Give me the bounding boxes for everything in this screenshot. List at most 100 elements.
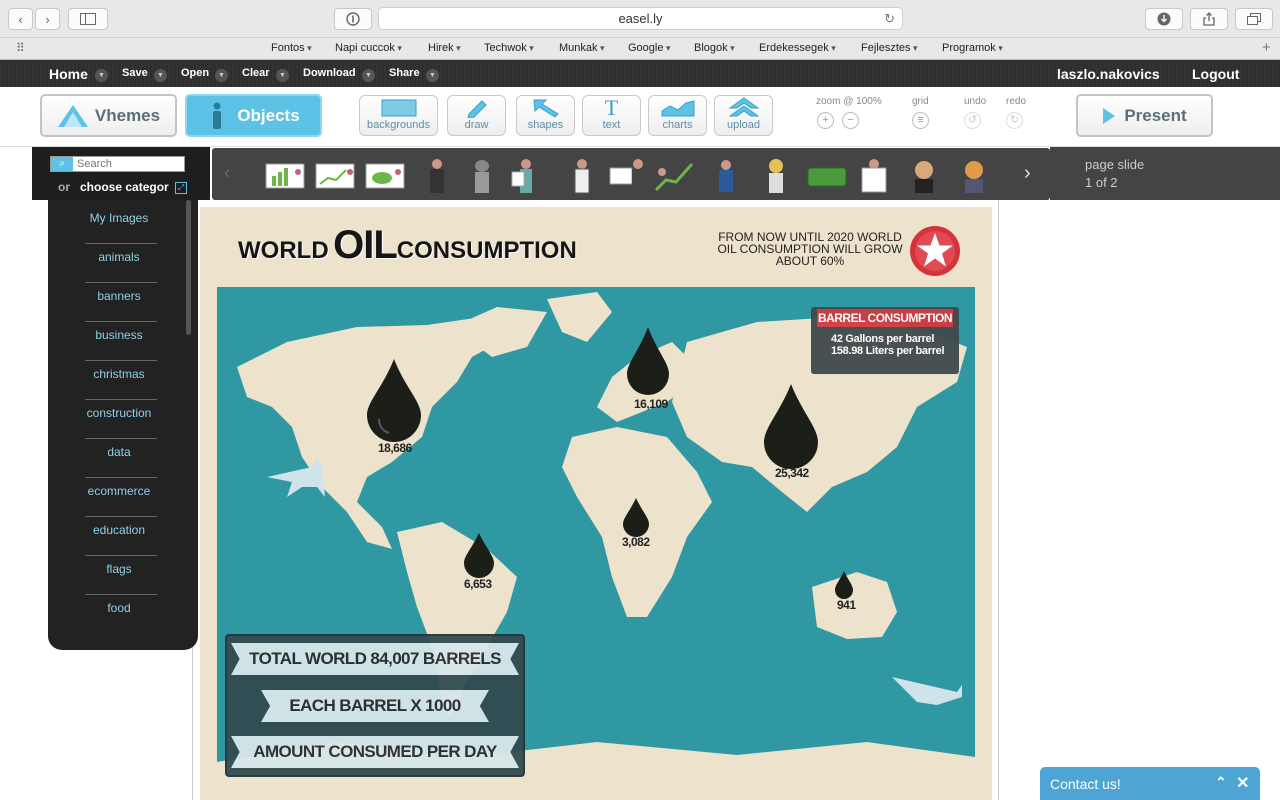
privacy-report-icon[interactable] xyxy=(334,8,372,30)
new-tab-icon[interactable]: + xyxy=(1262,39,1271,56)
category-construction[interactable]: construction xyxy=(48,406,190,420)
redo-icon[interactable]: ↻ xyxy=(1006,112,1023,129)
bookmarks-bar: ⠿ Fontos Napi cuccok Hirek Techwok Munka… xyxy=(0,38,1280,60)
back-icon[interactable]: ‹ xyxy=(8,8,33,30)
chevron-up-icon[interactable]: ⌃ xyxy=(1215,774,1227,791)
thumb-glasses-man[interactable] xyxy=(915,161,933,193)
close-icon[interactable]: ✕ xyxy=(1236,773,1249,793)
chevron-down-icon[interactable]: ▼ xyxy=(276,69,289,82)
draw-tool-button[interactable]: draw xyxy=(447,95,506,136)
zoom-in-icon[interactable]: + xyxy=(817,112,834,129)
vhemes-button[interactable]: Vhemes xyxy=(40,94,177,137)
area-chart-icon xyxy=(661,99,694,116)
object-search-box[interactable]: ⌕ xyxy=(50,156,185,172)
menu-clear[interactable]: Clear xyxy=(242,67,270,79)
category-banners[interactable]: banners xyxy=(48,289,190,303)
thumb-chart-person-2[interactable] xyxy=(315,163,355,189)
divider xyxy=(85,555,157,556)
play-icon xyxy=(1103,107,1116,124)
bookmark-folder[interactable]: Programok xyxy=(942,42,1003,54)
choose-category-dropdown[interactable]: choose categor xyxy=(80,180,176,194)
thumb-man-document[interactable] xyxy=(861,159,887,193)
tabs-overview-icon[interactable] xyxy=(1235,8,1273,30)
thumb-pie-person[interactable] xyxy=(365,163,405,189)
menu-home[interactable]: Home xyxy=(49,66,88,82)
zoom-out-icon[interactable]: − xyxy=(842,112,859,129)
category-data[interactable]: data xyxy=(48,445,190,459)
address-bar[interactable]: easel.ly ↻ xyxy=(378,7,903,30)
charts-tool-button[interactable]: charts xyxy=(648,95,707,136)
editor-toolbar: Vhemes Objects backgrounds draw shapes T… xyxy=(0,87,1280,147)
grid-toggle-icon[interactable]: ≡ xyxy=(912,112,929,129)
bookmark-folder[interactable]: Blogok xyxy=(694,42,735,54)
category-food[interactable]: food xyxy=(48,601,190,615)
category-education[interactable]: education xyxy=(48,523,190,537)
chevron-down-icon[interactable]: ▼ xyxy=(154,69,167,82)
chevron-down-icon[interactable]: ▼ xyxy=(215,69,228,82)
reload-icon[interactable]: ↻ xyxy=(884,8,895,30)
bookmark-folder[interactable]: Fontos xyxy=(271,42,312,54)
present-button[interactable]: Present xyxy=(1076,94,1213,137)
arrow-shape-icon xyxy=(532,99,559,118)
text-tool-button[interactable]: T text xyxy=(582,95,641,136)
forward-icon[interactable]: › xyxy=(35,8,60,30)
downloads-icon[interactable] xyxy=(1145,8,1183,30)
bookmark-folder[interactable]: Erdekessegek xyxy=(759,42,836,54)
thumb-businessman-2[interactable] xyxy=(574,159,590,194)
bookmark-folder[interactable]: Napi cuccok xyxy=(335,42,402,54)
thumb-woman[interactable] xyxy=(769,159,783,193)
strip-next-icon[interactable]: › xyxy=(1024,162,1031,185)
contact-widget[interactable]: Contact us! ⌃ ✕ xyxy=(1040,767,1260,800)
thumb-growth-man[interactable] xyxy=(654,163,694,192)
category-animals[interactable]: animals xyxy=(48,250,190,264)
consumption-value: 18,686 xyxy=(378,441,412,455)
objects-button[interactable]: Objects xyxy=(185,94,322,137)
backgrounds-tool-button[interactable]: backgrounds xyxy=(359,95,438,136)
thumb-orange-hair-man[interactable] xyxy=(965,161,983,193)
bookmark-folder[interactable]: Techwok xyxy=(484,42,534,54)
username[interactable]: laszlo.nakovics xyxy=(1057,66,1160,82)
menu-share[interactable]: Share xyxy=(389,67,420,79)
object-search-input[interactable] xyxy=(77,157,182,171)
object-search-panel: ⌕ or choose categor ⤢ xyxy=(32,147,210,200)
bookmark-folder[interactable]: Munkak xyxy=(559,42,605,54)
category-business[interactable]: business xyxy=(48,328,190,342)
chevron-down-icon[interactable]: ▼ xyxy=(426,69,439,82)
menu-open[interactable]: Open xyxy=(181,67,209,79)
bookmark-folder[interactable]: Google xyxy=(628,42,671,54)
category-christmas[interactable]: christmas xyxy=(48,367,190,381)
share-icon[interactable] xyxy=(1190,8,1228,30)
chevron-down-icon[interactable]: ▼ xyxy=(95,69,108,82)
divider xyxy=(85,477,157,478)
consumption-value: 3,082 xyxy=(622,535,650,549)
thumb-presenter[interactable] xyxy=(511,159,532,193)
menu-save[interactable]: Save xyxy=(122,67,148,79)
bookmark-folder[interactable]: Hirek xyxy=(428,42,461,54)
grid-apps-icon[interactable]: ⠿ xyxy=(16,41,25,55)
thumb-money-stack[interactable] xyxy=(807,167,847,187)
shapes-tool-button[interactable]: shapes xyxy=(516,95,575,136)
menu-download[interactable]: Download xyxy=(303,67,356,79)
undo-icon[interactable]: ↺ xyxy=(964,112,981,129)
thumb-chart-person-1[interactable] xyxy=(265,163,305,189)
page-slide-count[interactable]: 1 of 2 xyxy=(1085,175,1118,190)
total-banner: TOTAL WORLD 84,007 BARRELS xyxy=(231,643,519,675)
bookmark-folder[interactable]: Fejlesztes xyxy=(861,42,918,54)
category-flags[interactable]: flags xyxy=(48,562,190,576)
star-badge-icon xyxy=(910,226,960,276)
thumb-engineer[interactable] xyxy=(719,160,733,192)
chevron-down-icon[interactable]: ▼ xyxy=(362,69,375,82)
divider xyxy=(85,516,157,517)
thumb-businessman-1[interactable] xyxy=(430,159,444,193)
divider xyxy=(85,321,157,322)
thumb-shark-man[interactable] xyxy=(475,160,489,193)
expand-icon[interactable]: ⤢ xyxy=(175,182,187,194)
strip-prev-icon[interactable]: ‹ xyxy=(224,162,231,185)
upload-tool-button[interactable]: upload xyxy=(714,95,773,136)
category-my-images[interactable]: My Images xyxy=(48,211,190,225)
oil-drop-icon xyxy=(764,384,818,469)
logout-link[interactable]: Logout xyxy=(1192,66,1239,82)
sidebar-toggle-icon[interactable] xyxy=(68,8,108,30)
category-ecommerce[interactable]: ecommerce xyxy=(48,484,190,498)
thumb-businessman-sign[interactable] xyxy=(609,159,644,193)
